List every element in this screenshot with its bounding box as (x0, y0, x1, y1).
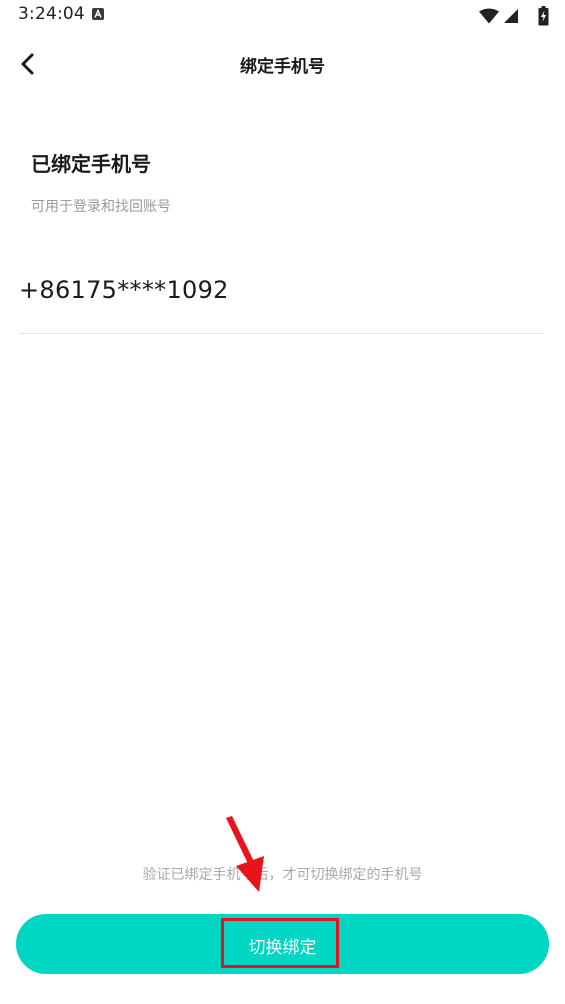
page-title: 绑定手机号 (240, 57, 325, 77)
status-bar: 3:24:04 (0, 0, 565, 32)
switch-hint-text: 验证已绑定手机号后，才可切换绑定的手机号 (142, 867, 423, 883)
wifi-icon (479, 8, 499, 24)
a-letter-icon (92, 8, 104, 20)
divider (19, 333, 544, 334)
bound-phone-number: +86175****1092 (19, 276, 229, 304)
switch-binding-label: 切换绑定 (248, 938, 317, 957)
switch-binding-button[interactable]: 切换绑定 (16, 914, 549, 974)
bind-phone-screen: 3:24:04 绑定手机号 已绑定手机号 可用于登录和找回账号 +86175**… (0, 0, 565, 1004)
header: 绑定手机号 (0, 38, 565, 90)
signal-icon (504, 9, 518, 23)
bound-phone-subtitle: 可用于登录和找回账号 (31, 199, 171, 215)
status-time: 3:24:04 (18, 4, 85, 24)
bound-phone-heading: 已绑定手机号 (31, 152, 151, 176)
battery-charging-icon (538, 6, 549, 26)
